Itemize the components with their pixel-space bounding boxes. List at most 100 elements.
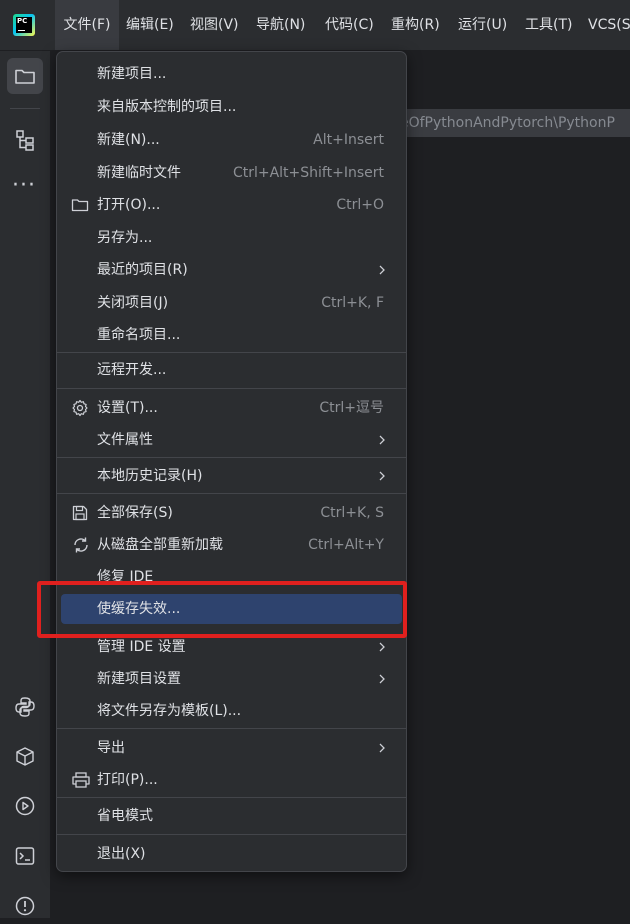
pycharm-logo-icon[interactable]: PC bbox=[13, 14, 35, 36]
menu-item-new-project[interactable]: 新建项目... bbox=[61, 59, 402, 89]
menu-item-close-project[interactable]: 关闭项目(J) Ctrl+K, F bbox=[61, 288, 402, 318]
file-menu-dropdown: 新建项目... 来自版本控制的项目... 新建(N)... Alt+Insert… bbox=[56, 51, 407, 872]
menu-separator bbox=[57, 388, 406, 389]
menu-item-shortcut: Ctrl+K, S bbox=[320, 505, 384, 521]
menu-item-save-all[interactable]: 全部保存(S) Ctrl+K, S bbox=[61, 498, 402, 528]
tool-window-strip: ··· bbox=[0, 51, 51, 918]
menu-item-label: 打开(O)... bbox=[97, 197, 161, 213]
menu-item-label: 导出 bbox=[97, 740, 125, 756]
menu-item-exit[interactable]: 退出(X) bbox=[61, 839, 402, 869]
menu-item-reload-all-from-disk[interactable]: 从磁盘全部重新加载 Ctrl+Alt+Y bbox=[61, 530, 402, 560]
menu-item-settings[interactable]: 设置(T)... Ctrl+逗号 bbox=[61, 393, 402, 423]
problems-button[interactable] bbox=[7, 888, 43, 924]
menu-separator bbox=[57, 457, 406, 458]
menu-item-shortcut: Ctrl+O bbox=[336, 197, 384, 213]
menu-item-new-project-setup[interactable]: 新建项目设置 bbox=[61, 664, 402, 694]
menu-item-shortcut: Ctrl+Alt+Y bbox=[308, 537, 384, 553]
chevron-right-icon bbox=[379, 743, 385, 753]
menu-code[interactable]: 代码(C) bbox=[325, 0, 374, 50]
menu-item-recent-projects[interactable]: 最近的项目(R) bbox=[61, 255, 402, 285]
structure-icon bbox=[16, 130, 34, 151]
chevron-right-icon bbox=[379, 435, 385, 445]
folder-icon bbox=[15, 69, 35, 84]
structure-tool-button[interactable] bbox=[7, 122, 43, 158]
menu-item-shortcut: Alt+Insert bbox=[313, 132, 384, 148]
menu-navigate[interactable]: 导航(N) bbox=[256, 0, 305, 50]
menu-item-label: 打印(P)... bbox=[97, 772, 158, 788]
main-menubar: PC 文件(F) 编辑(E) 视图(V) 导航(N) 代码(C) 重构(R) 运… bbox=[0, 0, 630, 51]
menu-item-label: 本地历史记录(H) bbox=[97, 468, 203, 484]
menu-item-label: 关闭项目(J) bbox=[97, 295, 169, 311]
menu-item-label: 省电模式 bbox=[97, 808, 153, 824]
menu-item-local-history[interactable]: 本地历史记录(H) bbox=[61, 461, 402, 491]
python-packages-icon bbox=[16, 747, 34, 766]
menu-item-file-properties[interactable]: 文件属性 bbox=[61, 425, 402, 455]
gear-icon bbox=[72, 399, 88, 417]
menu-item-new[interactable]: 新建(N)... Alt+Insert bbox=[61, 125, 402, 155]
menu-item-label: 将文件另存为模板(L)... bbox=[97, 703, 242, 719]
menu-separator bbox=[57, 493, 406, 494]
terminal-icon bbox=[15, 847, 35, 865]
menu-edit[interactable]: 编辑(E) bbox=[126, 0, 174, 50]
logo-text: PC bbox=[17, 17, 28, 25]
menu-item-label: 重命名项目... bbox=[97, 327, 181, 343]
menu-item-label: 最近的项目(R) bbox=[97, 262, 188, 278]
menu-item-new-scratch-file[interactable]: 新建临时文件 Ctrl+Alt+Shift+Insert bbox=[61, 158, 402, 188]
menu-item-power-save-mode[interactable]: 省电模式 bbox=[61, 801, 402, 831]
folder-icon bbox=[71, 199, 89, 212]
menu-item-rename-project[interactable]: 重命名项目... bbox=[61, 320, 402, 350]
chevron-right-icon bbox=[379, 674, 385, 684]
terminal-button[interactable] bbox=[7, 838, 43, 874]
print-icon bbox=[72, 772, 90, 788]
menu-item-shortcut: Ctrl+Alt+Shift+Insert bbox=[232, 165, 384, 181]
menu-item-remote-development[interactable]: 远程开发... bbox=[61, 355, 402, 385]
reload-icon bbox=[74, 537, 88, 553]
menu-vcs[interactable]: VCS(S) bbox=[588, 0, 630, 50]
python-packages-button[interactable] bbox=[7, 739, 43, 775]
menu-separator bbox=[57, 728, 406, 729]
menu-run[interactable]: 运行(U) bbox=[458, 0, 507, 50]
menu-tools[interactable]: 工具(T) bbox=[525, 0, 572, 50]
menu-item-label: 新建临时文件 bbox=[97, 165, 181, 181]
menu-item-label: 远程开发... bbox=[97, 362, 167, 378]
more-icon: ··· bbox=[12, 173, 36, 198]
menu-item-label: 来自版本控制的项目... bbox=[97, 99, 237, 115]
menu-item-project-from-vcs[interactable]: 来自版本控制的项目... bbox=[61, 92, 402, 122]
menu-item-open[interactable]: 打开(O)... Ctrl+O bbox=[61, 190, 402, 220]
python-console-button[interactable] bbox=[7, 689, 43, 725]
menu-item-label: 新建(N)... bbox=[97, 132, 160, 148]
chevron-right-icon bbox=[379, 642, 385, 652]
menu-item-label: 设置(T)... bbox=[97, 400, 158, 416]
menu-separator bbox=[57, 352, 406, 353]
menu-item-shortcut: Ctrl+K, F bbox=[321, 295, 384, 311]
tool-divider bbox=[10, 108, 40, 109]
menu-file[interactable]: 文件(F) bbox=[55, 0, 119, 50]
menu-separator bbox=[57, 834, 406, 835]
chevron-right-icon bbox=[379, 265, 385, 275]
menu-item-label: 新建项目... bbox=[97, 66, 167, 82]
chevron-right-icon bbox=[379, 471, 385, 481]
project-tool-button[interactable] bbox=[7, 58, 43, 94]
services-button[interactable] bbox=[7, 788, 43, 824]
menu-item-label: 另存为... bbox=[97, 230, 153, 246]
annotation-highlight-box bbox=[37, 581, 407, 638]
problems-icon bbox=[15, 896, 35, 916]
menu-refactor[interactable]: 重构(R) bbox=[391, 0, 440, 50]
menu-item-export[interactable]: 导出 bbox=[61, 733, 402, 763]
menu-separator bbox=[57, 797, 406, 798]
project-path-bar: eOfPythonAndPytorch\PythonP bbox=[400, 109, 630, 137]
python-console-icon bbox=[15, 697, 35, 717]
menu-item-shortcut: Ctrl+逗号 bbox=[319, 400, 384, 416]
menu-item-print[interactable]: 打印(P)... bbox=[61, 765, 402, 795]
run-icon bbox=[15, 796, 35, 816]
menu-item-label: 新建项目设置 bbox=[97, 671, 181, 687]
menu-item-label: 文件属性 bbox=[97, 432, 153, 448]
menu-item-label: 退出(X) bbox=[97, 846, 146, 862]
menu-item-save-as[interactable]: 另存为... bbox=[61, 223, 402, 253]
menu-item-label: 从磁盘全部重新加载 bbox=[97, 537, 223, 553]
menu-item-save-file-as-template[interactable]: 将文件另存为模板(L)... bbox=[61, 696, 402, 726]
menu-view[interactable]: 视图(V) bbox=[190, 0, 239, 50]
save-icon bbox=[72, 505, 88, 521]
more-tools-button[interactable]: ··· bbox=[7, 170, 43, 206]
menu-item-label: 全部保存(S) bbox=[97, 505, 173, 521]
